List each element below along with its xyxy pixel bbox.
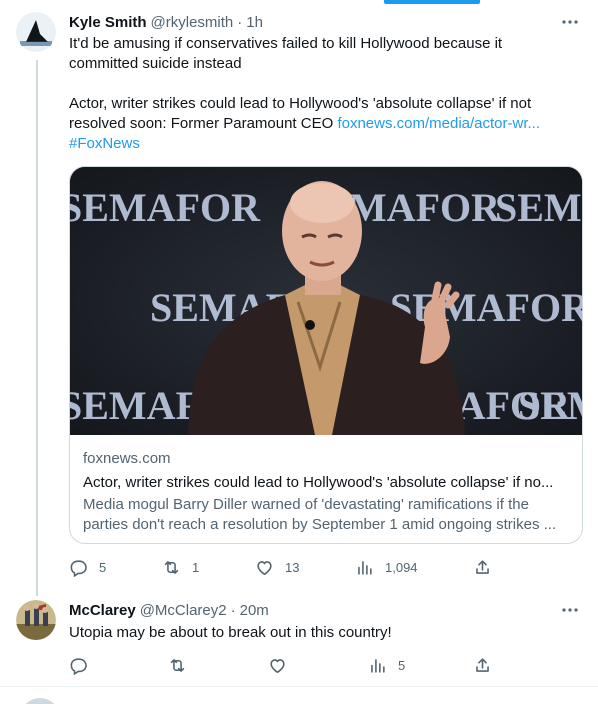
view-count: 1,094 <box>385 559 418 575</box>
tweet-divider <box>0 686 598 687</box>
card-image[interactable]: SEMAFOR SEMAFOR SEMAFOR SEMAFOR SEMAFOR … <box>70 167 583 435</box>
view-count: 5 <box>398 657 406 673</box>
views-icon <box>371 658 385 673</box>
heart-icon <box>257 560 272 575</box>
tweet-mcclarey[interactable]: McClarey @McClarey2 · 20m Utopia may be … <box>0 590 598 686</box>
like-button[interactable]: 13 <box>255 557 299 577</box>
timestamp[interactable]: 1h <box>246 14 263 31</box>
tweet-header: McClarey @McClarey2 · 20m <box>69 600 269 620</box>
retweet-button[interactable] <box>168 655 187 675</box>
card-photo: SEMAFOR SEMAFOR SEMAFOR SEMAFOR SEMAFOR … <box>70 167 583 435</box>
display-name[interactable]: McClarey <box>69 602 136 619</box>
tweet-actions: 5 1 13 1,094 <box>69 557 499 577</box>
share-icon <box>476 657 489 672</box>
avatar-kyle-smith[interactable] <box>16 12 56 52</box>
tweet-text: Utopia may be about to break out in this… <box>69 624 392 641</box>
tweet-kyle-smith[interactable]: Kyle Smith @rkylesmith · 1h It'd be amus… <box>0 0 598 596</box>
backdrop-text: SEMAFOR <box>70 185 261 230</box>
hashtag-link[interactable]: #FoxNews <box>69 134 569 154</box>
tweet-text-line: It'd be amusing if conservatives failed … <box>69 35 503 52</box>
more-options-button[interactable] <box>560 600 580 620</box>
display-name[interactable]: Kyle Smith <box>69 14 147 31</box>
reply-button[interactable]: 5 <box>69 557 106 577</box>
backdrop-text: SEMAFOR <box>518 383 583 428</box>
tweet-text-line: committed suicide instead <box>69 55 242 72</box>
tweet-text-line: Actor, writer strikes could lead to Holl… <box>69 95 532 112</box>
tweet-text: It'd be amusing if conservatives failed … <box>69 34 569 154</box>
views-icon <box>358 560 372 575</box>
more-horizontal-icon <box>562 608 578 612</box>
tweet-text-line: resolved soon: Former Paramount CEO foxn… <box>69 114 569 134</box>
more-options-button[interactable] <box>560 12 580 32</box>
retweet-button[interactable]: 1 <box>162 557 199 577</box>
heart-icon <box>270 658 285 673</box>
share-icon <box>476 559 489 574</box>
reply-button[interactable] <box>69 655 88 675</box>
retweet-icon <box>170 658 185 672</box>
like-button[interactable] <box>268 655 287 675</box>
separator-dot: · <box>237 13 243 31</box>
tweet-text-segment: resolved soon: Former Paramount CEO <box>69 115 338 132</box>
user-handle[interactable]: @McClarey2 <box>140 602 227 619</box>
timestamp[interactable]: 20m <box>240 602 269 619</box>
tweet-actions: 5 <box>69 655 499 675</box>
retweet-icon <box>164 560 179 574</box>
thread-line <box>36 60 38 596</box>
link-preview-card[interactable]: SEMAFOR SEMAFOR SEMAFOR SEMAFOR SEMAFOR … <box>69 166 583 544</box>
views-button[interactable]: 1,094 <box>355 557 418 577</box>
share-button[interactable] <box>473 655 492 675</box>
views-button[interactable]: 5 <box>368 655 405 675</box>
card-meta: foxnews.com Actor, writer strikes could … <box>83 449 571 535</box>
card-description: Media mogul Barry Diller warned of 'deva… <box>83 496 557 533</box>
tweet-header: Kyle Smith @rkylesmith · 1h <box>69 12 263 32</box>
user-handle[interactable]: @rkylesmith <box>151 14 234 31</box>
more-horizontal-icon <box>562 20 578 24</box>
next-tweet-avatar[interactable] <box>20 698 60 704</box>
like-count: 13 <box>285 559 300 575</box>
article-link[interactable]: foxnews.com/media/actor-wr... <box>337 115 540 132</box>
card-title: Actor, writer strikes could lead to Holl… <box>83 474 554 491</box>
avatar-mcclarey[interactable] <box>16 600 56 640</box>
reply-icon <box>70 559 87 577</box>
backdrop-text: SEMAFOR <box>495 185 583 230</box>
share-button[interactable] <box>473 557 492 577</box>
separator-dot: · <box>230 601 236 619</box>
reply-icon <box>70 657 87 675</box>
reply-count: 5 <box>99 559 107 575</box>
retweet-count: 1 <box>192 559 200 575</box>
card-domain: foxnews.com <box>83 450 171 467</box>
